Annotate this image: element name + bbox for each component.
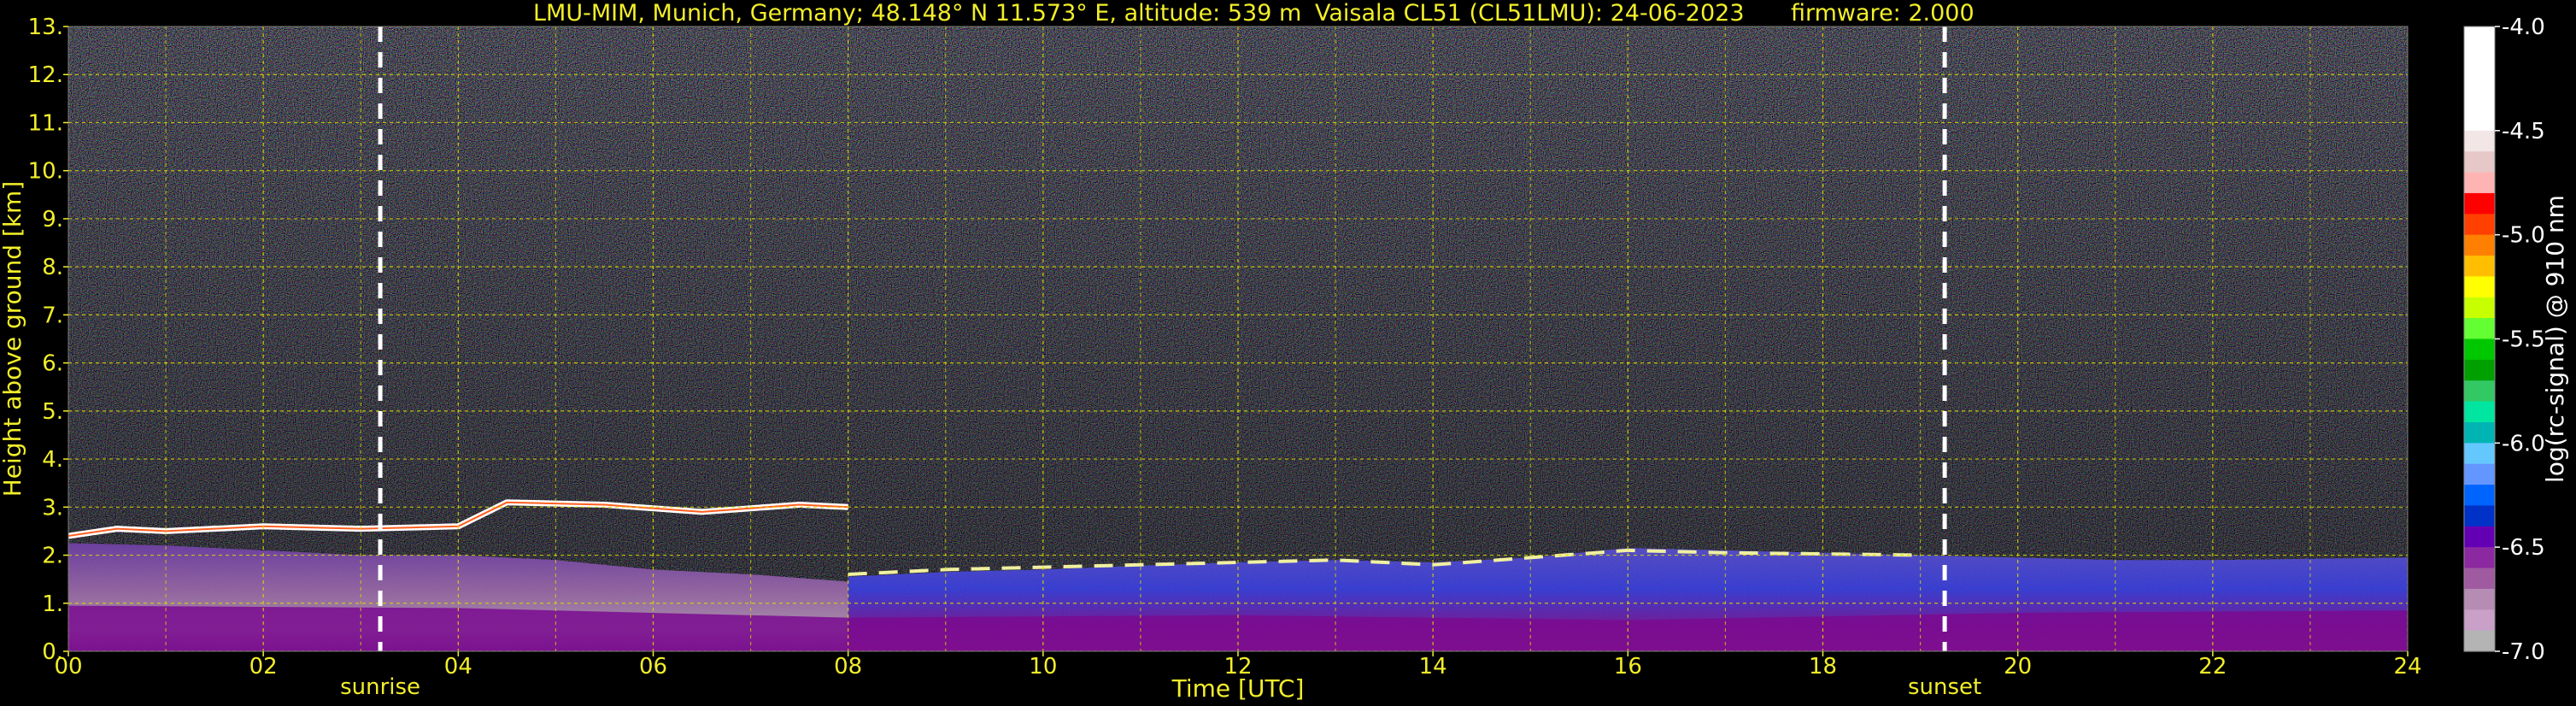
x-tick-label: 20 [2004, 654, 2032, 680]
x-tick-label: 22 [2198, 654, 2227, 680]
y-axis-label: Height above ground [km] [0, 181, 26, 497]
colorbar-tick-label: -4.0 [2502, 15, 2545, 40]
colorbar-tick-label: -7.0 [2502, 639, 2545, 665]
x-tick-label: 10 [1029, 654, 1057, 680]
ceilometer-chart: 00 02 04 06 08 10 12 14 16 18 20 22 24 0.1.2.3.4.5.6… [0, 0, 2569, 703]
colorbar-segment [2464, 297, 2495, 319]
marker-label-sunset: sunset [1908, 674, 1981, 700]
y-tick-label: 4. [42, 447, 63, 473]
colorbar-segment [2464, 318, 2495, 340]
colorbar-ticks: -4.0 -4.5 -5.0 -5.5 -6.0 -6.5 -7.0 [2495, 15, 2545, 665]
marker-label-sunrise: sunrise [340, 674, 420, 700]
y-tick-label: 12. [28, 62, 63, 88]
x-tick-label: 04 [444, 654, 472, 680]
y-axis-ticks: 0. 1. 2. 3. 4. 5. 6. 7. 8. 9. 10. 11. 12. 13. [28, 15, 68, 665]
colorbar-segment [2464, 214, 2495, 236]
colorbar-segment [2464, 192, 2495, 215]
colorbar-segment [2464, 276, 2495, 298]
colorbar-tick-label: -5.0 [2502, 223, 2545, 249]
colorbar-segment [2464, 130, 2495, 152]
y-tick-label: 10. [28, 159, 63, 185]
x-tick-label: 02 [249, 654, 278, 680]
colorbar-tick-label: -6.0 [2502, 431, 2545, 456]
x-tick-label: 18 [1809, 654, 1837, 680]
colorbar-segment [2464, 421, 2495, 444]
colorbar-segment [2464, 338, 2495, 361]
colorbar-segment [2464, 526, 2495, 548]
colorbar-segment [2464, 568, 2495, 590]
colorbar-tick-label: -5.5 [2502, 327, 2545, 353]
colorbar-segment [2464, 588, 2495, 610]
x-tick-label: 24 [2393, 654, 2421, 680]
x-tick-label: 06 [639, 654, 667, 680]
y-tick-label: 6. [42, 351, 63, 377]
colorbar-segment [2464, 26, 2495, 48]
y-tick-label: 1. [42, 591, 63, 617]
x-tick-label: 14 [1419, 654, 1447, 680]
marker-labels: sunrise sunset [340, 674, 1981, 700]
colorbar-segment [2464, 463, 2495, 485]
colorbar-segment [2464, 172, 2495, 194]
plot-area [68, 26, 2408, 651]
y-tick-label: 2. [42, 544, 63, 569]
colorbar-segment [2464, 547, 2495, 569]
colorbar-segment [2464, 380, 2495, 403]
y-tick-label: 9. [42, 207, 63, 232]
colorbar-segment [2464, 151, 2495, 174]
y-tick-label: 13. [28, 15, 63, 40]
colorbar-segment [2464, 234, 2495, 256]
y-tick-label: 8. [42, 255, 63, 280]
x-tick-label: 16 [1614, 654, 1642, 680]
colorbar [2463, 26, 2496, 652]
y-tick-label: 5. [42, 399, 63, 425]
colorbar-segment [2464, 630, 2495, 652]
colorbar-segment [2464, 359, 2495, 381]
colorbar-segment [2464, 505, 2495, 527]
x-axis-label: Time [UTC] [1171, 674, 1305, 703]
title-instrument: Vaisala CL51 (CL51LMU): 24-06-2023 [1315, 0, 1745, 26]
colorbar-tick-label: -6.5 [2502, 535, 2545, 561]
y-tick-label: 7. [42, 303, 63, 328]
colorbar-segment [2464, 609, 2495, 632]
colorbar-segment [2464, 47, 2495, 69]
colorbar-label: log(rc-signal) @ 910 nm [2541, 195, 2569, 483]
colorbar-segment [2464, 256, 2495, 277]
y-tick-label: 0. [42, 639, 63, 665]
colorbar-segment [2464, 89, 2495, 111]
colorbar-segment [2464, 485, 2495, 507]
colorbar-segment [2464, 401, 2495, 423]
colorbar-segment [2464, 68, 2495, 90]
x-tick-label: 08 [834, 654, 862, 680]
colorbar-segment [2464, 443, 2495, 465]
colorbar-segment [2464, 109, 2495, 132]
colorbar-tick-label: -4.5 [2502, 119, 2545, 144]
y-tick-label: 11. [28, 110, 63, 136]
y-tick-label: 3. [42, 495, 63, 521]
title-location: LMU-MIM, Munich, Germany; 48.148° N 11.5… [533, 0, 1301, 26]
title-firmware: firmware: 2.000 [1791, 0, 1975, 26]
